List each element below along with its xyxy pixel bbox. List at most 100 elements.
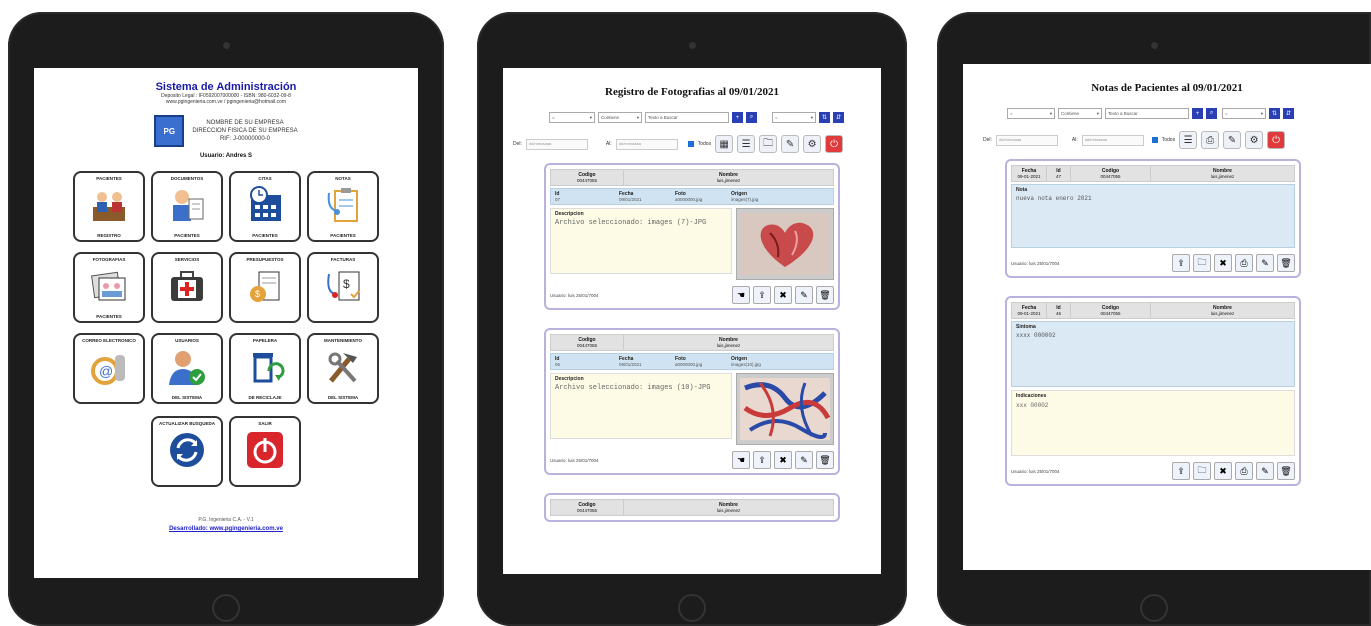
trash-button[interactable]: 🗑 — [816, 451, 834, 469]
search-icon: ⌕ — [749, 114, 754, 120]
edit-card-button[interactable]: ✎ — [1256, 254, 1274, 272]
company-logo: PG — [154, 115, 185, 147]
tile-facturas[interactable]: FACTURAS $ — [307, 252, 379, 323]
field-select[interactable]: = ▾ — [1007, 108, 1055, 119]
tile-pacientes[interactable]: PACIENTES REGISTRO — [73, 171, 145, 242]
sort-button[interactable]: ⇅ — [819, 112, 830, 123]
settings-button[interactable]: ⚙ — [803, 135, 822, 153]
search-button[interactable]: ⌕ — [746, 112, 757, 123]
grid-view-button[interactable]: ▦ — [715, 135, 734, 153]
photos-title: Registro de Fotografias al 09/01/2021 — [605, 86, 779, 98]
delete-note-button[interactable]: ✖ — [1214, 254, 1232, 272]
tile-mantenimiento[interactable]: MANTENIMIENTO DEL SISTEMA — [307, 333, 379, 404]
view-button[interactable]: ☚ — [732, 451, 750, 469]
tile-salir[interactable]: SALIR — [229, 416, 301, 487]
upload-button[interactable]: ⇪ — [753, 286, 771, 304]
tile-citas[interactable]: CITAS PACIENTES — [229, 171, 301, 242]
tile-actualizar[interactable]: ACTUALIZAR BUSQUEDA — [151, 416, 223, 487]
list-view-button[interactable]: ☰ — [1179, 131, 1198, 149]
folder-icon: 🗀 — [1197, 257, 1207, 267]
photo-thumbnail[interactable] — [736, 373, 834, 445]
folder-button[interactable]: 🗀 — [1193, 462, 1211, 480]
note-value: nueva nota enero 2021 — [1016, 195, 1092, 202]
list-view-button[interactable]: ☰ — [737, 135, 756, 153]
footer-link[interactable]: Desarrollado: www.pgingenieria.com.ve — [34, 526, 418, 532]
symptom-value: xxxx 000002 — [1016, 332, 1056, 339]
print-note-button[interactable]: ⎙ — [1235, 462, 1253, 480]
tile-correo[interactable]: CORREO ELECTRONICO @ — [73, 333, 145, 404]
upload-button[interactable]: ⇪ — [1172, 462, 1190, 480]
photo-card: Codigo 00447055 Nombre luis,jimenez — [544, 493, 840, 522]
add-button[interactable]: + — [732, 112, 743, 123]
operator-select[interactable]: Contiene ▾ — [598, 112, 642, 123]
tile-servicios[interactable]: SERVICIOS — [151, 252, 223, 323]
upload-button[interactable]: ⇪ — [1172, 254, 1190, 272]
edit-card-button[interactable]: ✎ — [795, 451, 813, 469]
photo-thumbnail[interactable] — [736, 208, 834, 280]
home-button[interactable] — [1140, 594, 1168, 622]
delete-note-button[interactable]: ✖ — [1214, 462, 1232, 480]
trash-button[interactable]: 🗑 — [1277, 462, 1295, 480]
codigo-value: 00447055 — [576, 343, 598, 348]
order-select[interactable]: = ▾ — [1222, 108, 1266, 119]
delete-photo-button[interactable]: ✖ — [774, 286, 792, 304]
date-placeholder: dd/mm/aaaa — [998, 136, 1022, 142]
date-from-input[interactable]: dd/mm/aaaa — [995, 134, 1058, 146]
card-user: Usuario: luis 25/01/7004 — [1011, 468, 1060, 474]
home-button[interactable] — [678, 594, 706, 622]
tile-fotografias[interactable]: FOTOGRAFIAS PACIENTES — [73, 252, 145, 323]
folder-button[interactable]: 🗀 — [1193, 254, 1211, 272]
delete-photo-button[interactable]: ✖ — [774, 451, 792, 469]
id-value: 47 — [1055, 174, 1061, 179]
all-checkbox[interactable] — [687, 141, 694, 147]
tile-papelera[interactable]: PAPELERA DE RECICLAJE — [229, 333, 301, 404]
power-icon: ⏻ — [1272, 134, 1281, 146]
date-from-input[interactable]: dd/mm/aaaa — [525, 138, 588, 150]
order-select[interactable]: = ▾ — [772, 112, 816, 123]
print-note-button[interactable]: ⎙ — [1235, 254, 1253, 272]
tile-label: USUARIOS — [175, 338, 199, 343]
date-to-input[interactable]: dd/mm/aaaa — [615, 138, 678, 150]
fecha-value: 09/01/2021 — [619, 197, 642, 202]
sort-desc-button[interactable]: ⇵ — [833, 112, 844, 123]
pencil-icon: ✎ — [785, 138, 795, 150]
export-button[interactable]: 🗀 — [759, 135, 778, 153]
tile-sub: PACIENTES — [96, 314, 122, 319]
tile-label: MANTENIMIENTO — [324, 338, 362, 343]
settings-button[interactable]: ⚙ — [1245, 131, 1264, 149]
origen-value: images(7).jpg — [731, 197, 759, 202]
edit-button[interactable]: ✎ — [781, 135, 800, 153]
search-button[interactable]: ⌕ — [1206, 108, 1217, 119]
tile-presupuestos[interactable]: PRESUPUESTOS $ — [229, 252, 301, 323]
trash-button[interactable]: 🗑 — [1277, 254, 1295, 272]
field-select[interactable]: = ▾ — [549, 112, 595, 123]
print-button[interactable]: ⎙ — [1201, 131, 1220, 149]
tile-sub: DEL SISTEMA — [171, 395, 203, 400]
current-user: Usuario: Andres S — [199, 153, 253, 159]
codigo-cell: Codigo 00447055 — [551, 500, 623, 515]
add-button[interactable]: + — [1192, 108, 1203, 119]
exit-button[interactable]: ⏻ — [825, 135, 844, 153]
upload-button[interactable]: ⇪ — [753, 451, 771, 469]
date-to-input[interactable]: dd/mm/aaaa — [1081, 134, 1144, 146]
edit-button[interactable]: ✎ — [1223, 131, 1242, 149]
operator-select[interactable]: Contiene ▾ — [1058, 108, 1102, 119]
all-checkbox[interactable] — [1151, 137, 1158, 143]
all-label: Todos — [697, 141, 712, 147]
view-button[interactable]: ☚ — [732, 286, 750, 304]
hand-icon: ☚ — [736, 454, 746, 465]
sort-desc-button[interactable]: ⇵ — [1283, 108, 1294, 119]
edit-card-button[interactable]: ✎ — [795, 286, 813, 304]
search-input[interactable]: Texto a Buscar — [1105, 108, 1189, 119]
date-placeholder: dd/mm/aaaa — [1084, 136, 1107, 142]
search-input[interactable]: Texto a Buscar — [645, 112, 729, 123]
home-button[interactable] — [212, 594, 240, 622]
pencil-icon: ✎ — [1261, 465, 1269, 476]
tile-documentos[interactable]: DOCUMENTOS PACIENTES — [151, 171, 223, 242]
tile-notas[interactable]: NOTAS PACIENTES — [307, 171, 379, 242]
tile-usuarios[interactable]: USUARIOS DEL SISTEMA — [151, 333, 223, 404]
trash-button[interactable]: 🗑 — [816, 286, 834, 304]
edit-card-button[interactable]: ✎ — [1256, 462, 1274, 480]
sort-button[interactable]: ⇅ — [1269, 108, 1280, 119]
exit-button[interactable]: ⏻ — [1267, 131, 1286, 149]
